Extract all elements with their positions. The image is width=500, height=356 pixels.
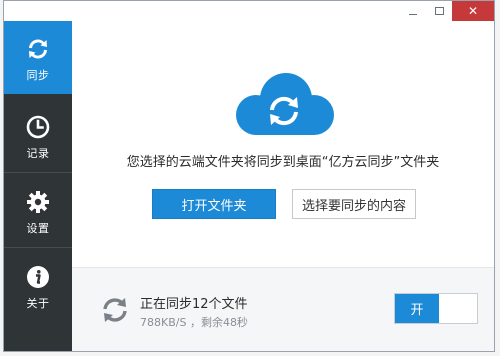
maximize-icon (434, 7, 444, 15)
minimize-icon (409, 13, 417, 15)
sync-status-bar: 正在同步12个文件 788KB/S ，剩余48秒 开 (72, 267, 494, 351)
window-controls: ✕ (400, 1, 494, 21)
sidebar-divider (4, 247, 72, 248)
sidebar-item-label: 同步 (26, 69, 50, 82)
clock-icon (26, 115, 50, 139)
sync-speed-remaining: 788KB/S ，剩余48秒 (140, 316, 248, 329)
main-panel: 您选择的云端文件夹将同步到桌面“亿方云同步”文件夹 打开文件夹 选择要同步的内容… (72, 21, 494, 351)
close-icon: ✕ (467, 4, 479, 18)
sidebar-item-sync[interactable]: 同步 (4, 21, 72, 94)
info-icon (27, 266, 49, 288)
app-window: ✕ 同步 记录 设置 关于 您选择的云端文件夹将同步到桌面“亿方云同步”文件夹 … (3, 0, 495, 352)
toggle-on-label: 开 (395, 294, 439, 323)
sidebar: 同步 记录 设置 关于 (4, 21, 72, 351)
sync-folder-message: 您选择的云端文件夹将同步到桌面“亿方云同步”文件夹 (126, 155, 440, 170)
sync-status-title: 正在同步12个文件 (140, 297, 248, 312)
cloud-sync-icon (236, 73, 334, 135)
toggle-knob[interactable] (439, 294, 477, 323)
sidebar-item-label: 设置 (26, 222, 50, 235)
sync-status-icon (103, 298, 127, 322)
sync-toggle[interactable]: 开 (394, 293, 478, 324)
sidebar-item-label: 记录 (26, 147, 50, 160)
sidebar-item-about[interactable]: 关于 (4, 249, 72, 322)
sidebar-item-settings[interactable]: 设置 (4, 174, 72, 247)
choose-sync-content-button[interactable]: 选择要同步的内容 (292, 189, 416, 219)
sync-icon (29, 39, 47, 59)
sidebar-item-records[interactable]: 记录 (4, 99, 72, 172)
minimize-button[interactable] (400, 1, 426, 21)
sidebar-divider (4, 172, 72, 173)
sidebar-item-label: 关于 (26, 297, 50, 310)
maximize-button[interactable] (426, 1, 452, 21)
gear-icon (27, 191, 49, 213)
open-folder-button[interactable]: 打开文件夹 (152, 189, 276, 219)
close-button[interactable]: ✕ (452, 1, 494, 21)
